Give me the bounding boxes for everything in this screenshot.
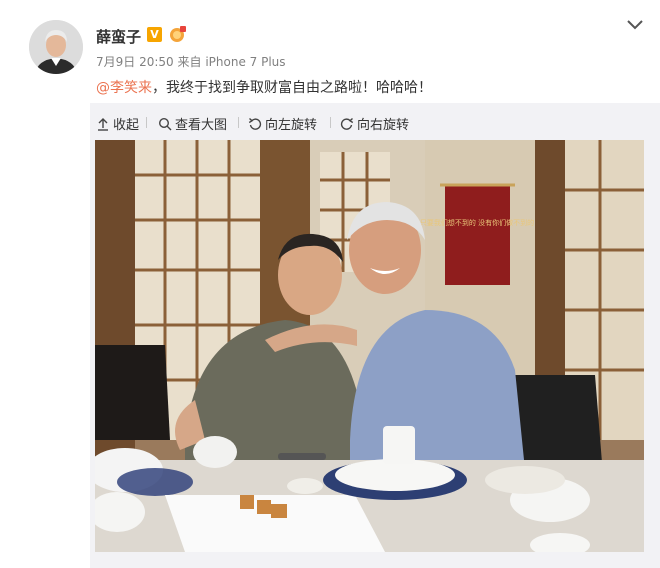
chevron-down-icon[interactable] xyxy=(626,18,644,32)
post-text: @李笑来，我终于找到争取财富自由之路啦！哈哈哈！ xyxy=(96,77,432,97)
collapse-button[interactable]: 收起 xyxy=(96,114,139,133)
rotate-right-label: 向右旋转 xyxy=(357,118,410,133)
media-panel: 收起 查看大图 向左旋转 向右旋转 只要我们想不到的 没有你们做不到的 xyxy=(90,103,660,568)
post-meta: 7月9日 20:50 来自 iPhone 7 Plus xyxy=(96,53,286,70)
media-toolbar: 收起 查看大图 向左旋转 向右旋转 xyxy=(90,103,660,139)
search-icon xyxy=(158,117,172,131)
photo-chair-left xyxy=(95,345,170,440)
verified-badge-icon: V xyxy=(147,27,162,42)
collapse-up-icon xyxy=(98,118,108,131)
mention-link[interactable]: @李笑来 xyxy=(96,80,152,96)
weibo-post: 薛蛮子 V 7月9日 20:50 来自 iPhone 7 Plus @李笑来，我… xyxy=(0,0,660,568)
scroll-text: 只要我们想不到的 没有你们做不到的 xyxy=(420,218,534,227)
rotate-right-icon xyxy=(340,117,354,130)
view-large-button[interactable]: 查看大图 xyxy=(158,114,227,133)
source-device[interactable]: iPhone 7 Plus xyxy=(205,55,285,69)
avatar[interactable] xyxy=(29,20,83,74)
post-timestamp[interactable]: 7月9日 20:50 xyxy=(96,55,174,69)
post-photo[interactable]: 只要我们想不到的 没有你们做不到的 xyxy=(95,140,644,552)
toolbar-divider xyxy=(238,117,239,128)
toolbar-divider xyxy=(146,117,147,128)
rotate-left-icon xyxy=(248,117,262,130)
source-prefix: 来自 xyxy=(177,55,202,69)
post-body: ，我终于找到争取财富自由之路啦！哈哈哈！ xyxy=(152,80,432,96)
medal-icon[interactable] xyxy=(168,25,188,43)
rotate-left-button[interactable]: 向左旋转 xyxy=(248,114,317,133)
rotate-right-button[interactable]: 向右旋转 xyxy=(340,114,409,133)
toolbar-divider xyxy=(330,117,331,128)
collapse-label: 收起 xyxy=(113,118,140,133)
avatar-portrait-icon xyxy=(29,20,83,74)
rotate-left-label: 向左旋转 xyxy=(265,118,318,133)
author-name[interactable]: 薛蛮子 xyxy=(96,26,141,47)
view-large-label: 查看大图 xyxy=(175,118,228,133)
